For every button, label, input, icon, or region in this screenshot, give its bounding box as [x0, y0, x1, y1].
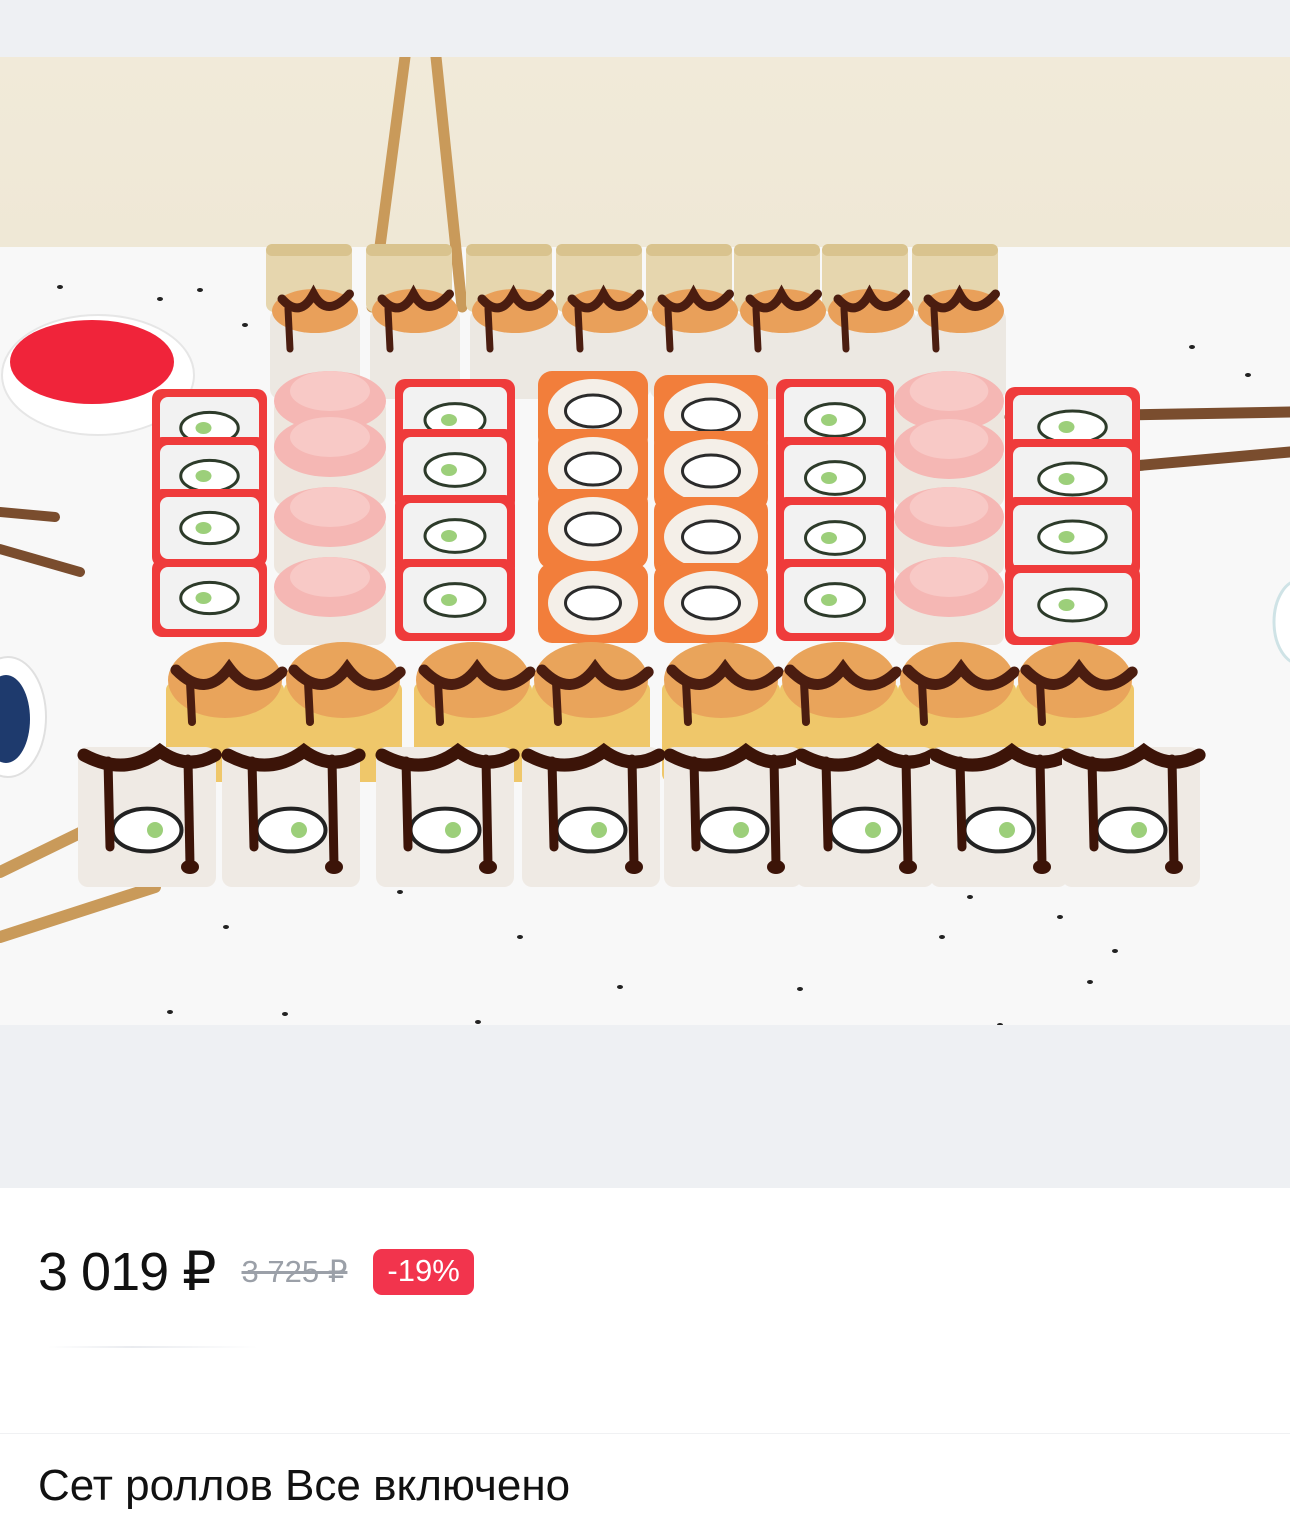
current-price: 3 019 ₽	[38, 1242, 216, 1302]
product-photo[interactable]	[0, 57, 1290, 1025]
sesame-seed	[223, 925, 229, 929]
sesame-seed	[157, 297, 163, 301]
sesame-seed	[1189, 345, 1195, 349]
sushi-roll	[521, 742, 666, 887]
sushi-roll	[1005, 565, 1140, 645]
sushi-roll	[152, 489, 267, 567]
sesame-seed	[475, 1020, 481, 1024]
sesame-seed	[397, 890, 403, 894]
sushi-roll	[1061, 742, 1206, 887]
product-info: 3 019 ₽ 3 725 ₽ -19% Сет роллов Все вклю…	[0, 1188, 1290, 1535]
sesame-seed	[57, 285, 63, 289]
sushi-roll	[654, 563, 768, 643]
sushi-roll	[77, 742, 222, 887]
sushi-roll	[776, 559, 894, 641]
sushi-roll	[375, 742, 520, 887]
sesame-seed	[242, 323, 248, 327]
sushi-roll	[894, 557, 1004, 645]
old-price: 3 725 ₽	[241, 1254, 348, 1289]
chopstick	[0, 507, 60, 522]
pickled-ginger	[10, 320, 174, 404]
sushi-roll	[395, 559, 515, 641]
sushi-roll	[538, 489, 648, 569]
sesame-seed	[1087, 980, 1093, 984]
section-separator	[0, 1433, 1290, 1434]
sesame-seed	[1245, 373, 1251, 377]
sushi-roll	[795, 742, 940, 887]
sesame-seed	[517, 935, 523, 939]
sushi-roll	[274, 557, 386, 645]
divider	[48, 1346, 258, 1348]
sesame-seed	[617, 985, 623, 989]
price-row: 3 019 ₽ 3 725 ₽ -19%	[38, 1240, 474, 1304]
sushi-roll	[538, 563, 648, 643]
sesame-seed	[167, 1010, 173, 1014]
sesame-seed	[197, 288, 203, 292]
sushi-roll	[663, 742, 808, 887]
sushi-roll	[221, 742, 366, 887]
sushi-illustration	[0, 57, 1290, 1025]
sesame-seed	[939, 935, 945, 939]
sesame-seed	[797, 987, 803, 991]
product-gallery[interactable]	[0, 0, 1290, 1188]
sushi-roll	[929, 742, 1074, 887]
sesame-seed	[282, 1012, 288, 1016]
discount-badge: -19%	[373, 1249, 474, 1295]
sesame-seed	[967, 895, 973, 899]
sesame-seed	[1057, 915, 1063, 919]
product-title: Сет роллов Все включено	[38, 1461, 571, 1510]
sesame-seed	[1112, 949, 1118, 953]
sushi-roll	[152, 559, 267, 637]
